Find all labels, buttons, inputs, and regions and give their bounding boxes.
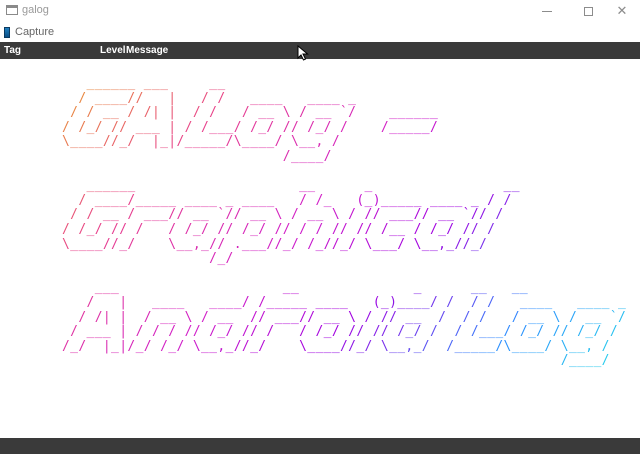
maximize-icon <box>583 6 593 16</box>
ascii-banner: ______ ___ __ / ____// | / / ____ ____ _… <box>62 76 627 369</box>
column-header-message[interactable]: Message <box>126 45 168 56</box>
app-window-icon <box>6 5 18 15</box>
capture-label: Capture <box>15 26 55 38</box>
title-bar: galog ✕ <box>0 0 640 22</box>
capture-device-icon <box>4 26 10 38</box>
capture-menu-item[interactable]: Capture <box>2 24 54 40</box>
minimize-button[interactable] <box>530 0 564 22</box>
column-header-tag[interactable]: Tag <box>4 45 21 56</box>
log-view[interactable]: ______ ___ __ / ____// | / / ____ ____ _… <box>0 59 640 438</box>
close-button[interactable]: ✕ <box>605 0 639 22</box>
status-bar <box>0 438 640 454</box>
window-title: galog <box>22 4 49 16</box>
column-header-level[interactable]: Level <box>100 45 126 56</box>
close-icon: ✕ <box>616 3 628 18</box>
maximize-button[interactable] <box>571 0 605 22</box>
log-table-header: Tag Level Message <box>0 42 640 59</box>
minimize-icon <box>542 10 552 12</box>
menu-bar: Capture <box>0 23 640 41</box>
